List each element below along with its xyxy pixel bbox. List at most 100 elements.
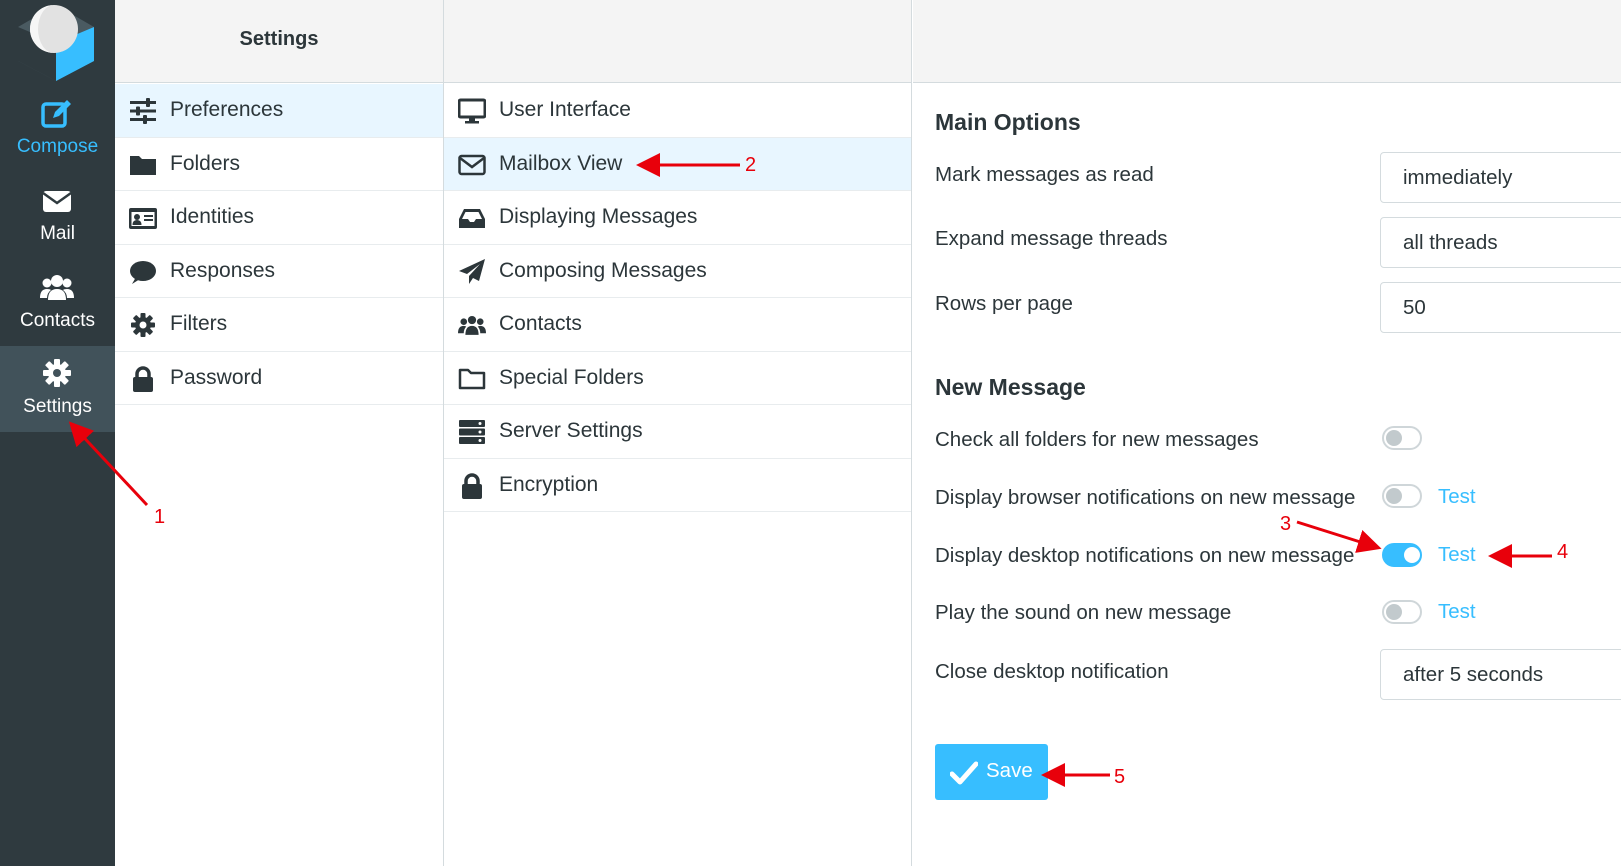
expand-threads-value: all threads <box>1403 231 1498 254</box>
settings-header: Settings <box>115 0 443 83</box>
browser-notifications-test-link[interactable]: Test <box>1438 485 1476 509</box>
envelope-outline-icon <box>458 154 486 175</box>
section-item-label: Composing Messages <box>499 258 707 282</box>
rows-per-page-value: 50 <box>1403 296 1426 319</box>
section-item-mailbox-view[interactable]: Mailbox View <box>444 137 911 191</box>
nav-contacts-label: Contacts <box>20 310 95 331</box>
settings-item-label: Responses <box>170 258 276 282</box>
desktop-notifications-toggle[interactable] <box>1382 543 1422 567</box>
check-all-folders-label: Check all folders for new messages <box>935 428 1259 451</box>
section-item-label: Encryption <box>499 472 599 496</box>
section-item-label: Server Settings <box>499 419 643 442</box>
users-icon <box>458 315 486 335</box>
settings-item-label: Identities <box>170 205 255 228</box>
settings-item-preferences[interactable]: Preferences <box>115 84 443 138</box>
folder-icon <box>130 155 156 175</box>
gear-icon <box>43 359 71 387</box>
nav-compose[interactable]: Compose <box>0 90 115 176</box>
new-message-title: New Message <box>935 374 1086 400</box>
play-sound-toggle[interactable] <box>1382 600 1422 624</box>
folder-outline-icon <box>458 368 486 389</box>
annotation-label-5: 5 <box>1114 766 1126 788</box>
content-header <box>913 0 1621 83</box>
id-card-icon <box>129 208 157 229</box>
server-icon <box>459 420 485 444</box>
expand-threads-label: Expand message threads <box>935 227 1168 250</box>
users-icon <box>40 275 74 300</box>
desktop-notifications-test-link[interactable]: Test <box>1438 543 1476 567</box>
envelope-icon <box>42 191 72 212</box>
rows-per-page-label: Rows per page <box>935 292 1073 315</box>
close-notification-label: Close desktop notification <box>935 660 1169 683</box>
section-item-label: Displaying Messages <box>499 205 698 228</box>
nav-mail-label: Mail <box>40 223 75 244</box>
monitor-icon <box>458 98 486 124</box>
compose-icon <box>41 100 71 128</box>
settings-item-responses[interactable]: Responses <box>115 245 443 298</box>
play-sound-label: Play the sound on new message <box>935 601 1232 624</box>
save-button-label: Save <box>986 759 1033 782</box>
play-sound-test-link[interactable]: Test <box>1438 600 1476 624</box>
preferences-content: Main Options Mark messages as read immed… <box>913 0 1621 866</box>
rows-per-page-input[interactable]: 50 <box>1380 282 1621 333</box>
sections-panel: User Interface Mailbox View Displaying M… <box>444 0 912 866</box>
sections-list: User Interface Mailbox View Displaying M… <box>444 84 911 512</box>
toggle-knob <box>1386 604 1402 620</box>
settings-panel: Settings Preferences Folders Identities … <box>115 0 444 866</box>
paper-plane-icon <box>459 258 485 284</box>
close-notification-value: after 5 seconds <box>1403 663 1544 686</box>
mark-read-label: Mark messages as read <box>935 163 1154 186</box>
nav-settings[interactable]: Settings <box>0 346 115 432</box>
nav-settings-label: Settings <box>23 396 92 417</box>
settings-title: Settings <box>239 28 319 50</box>
browser-notifications-toggle[interactable] <box>1382 484 1422 508</box>
settings-item-password[interactable]: Password <box>115 352 443 405</box>
sections-header <box>444 0 911 83</box>
browser-notifications-label: Display browser notifications on new mes… <box>935 486 1356 509</box>
section-item-special-folders[interactable]: Special Folders <box>444 352 911 405</box>
desktop-notifications-label: Display desktop notifications on new mes… <box>935 544 1355 567</box>
mark-read-value: immediately <box>1403 166 1513 189</box>
annotation-label-1: 1 <box>154 506 166 528</box>
section-item-label: Contacts <box>499 312 582 335</box>
lock-icon <box>133 365 153 392</box>
app-logo-icon[interactable] <box>16 3 96 83</box>
check-all-folders-toggle[interactable] <box>1382 426 1422 450</box>
section-item-composing-messages[interactable]: Composing Messages <box>444 245 911 298</box>
mark-read-select[interactable]: immediately <box>1380 152 1621 203</box>
toggle-knob <box>1386 430 1402 446</box>
close-notification-select[interactable]: after 5 seconds <box>1380 649 1621 700</box>
annotation-label-3: 3 <box>1280 513 1292 535</box>
section-item-encryption[interactable]: Encryption <box>444 459 911 512</box>
toggle-knob <box>1404 547 1420 563</box>
settings-item-label: Preferences <box>170 98 284 121</box>
settings-item-identities[interactable]: Identities <box>115 191 443 245</box>
sliders-icon <box>130 98 156 124</box>
nav-contacts[interactable]: Contacts <box>0 264 115 350</box>
settings-item-filters[interactable]: Filters <box>115 298 443 352</box>
checkmark-icon <box>950 761 978 785</box>
settings-item-label: Password <box>170 365 263 389</box>
inbox-icon <box>459 209 485 228</box>
nav-compose-label: Compose <box>16 136 99 157</box>
settings-item-folders[interactable]: Folders <box>115 138 443 191</box>
annotation-label-2: 2 <box>745 154 757 176</box>
app-nav: Compose Mail Contacts Settings <box>0 0 115 866</box>
lock-icon <box>462 472 482 499</box>
main-options-title: Main Options <box>935 109 1081 135</box>
section-item-label: Mailbox View <box>499 151 623 175</box>
comment-icon <box>130 260 156 284</box>
section-item-label: Special Folders <box>499 365 644 389</box>
settings-item-label: Filters <box>170 312 228 335</box>
section-item-user-interface[interactable]: User Interface <box>444 84 911 138</box>
section-item-server-settings[interactable]: Server Settings <box>444 405 911 459</box>
nav-mail[interactable]: Mail <box>0 177 115 263</box>
section-item-label: User Interface <box>499 98 631 121</box>
annotation-label-4: 4 <box>1557 541 1569 563</box>
settings-list: Preferences Folders Identities Responses… <box>115 84 443 405</box>
save-button[interactable]: Save <box>935 744 1048 800</box>
section-item-contacts[interactable]: Contacts <box>444 298 911 352</box>
expand-threads-select[interactable]: all threads <box>1380 217 1621 268</box>
section-item-displaying-messages[interactable]: Displaying Messages <box>444 191 911 245</box>
settings-item-label: Folders <box>170 151 241 175</box>
